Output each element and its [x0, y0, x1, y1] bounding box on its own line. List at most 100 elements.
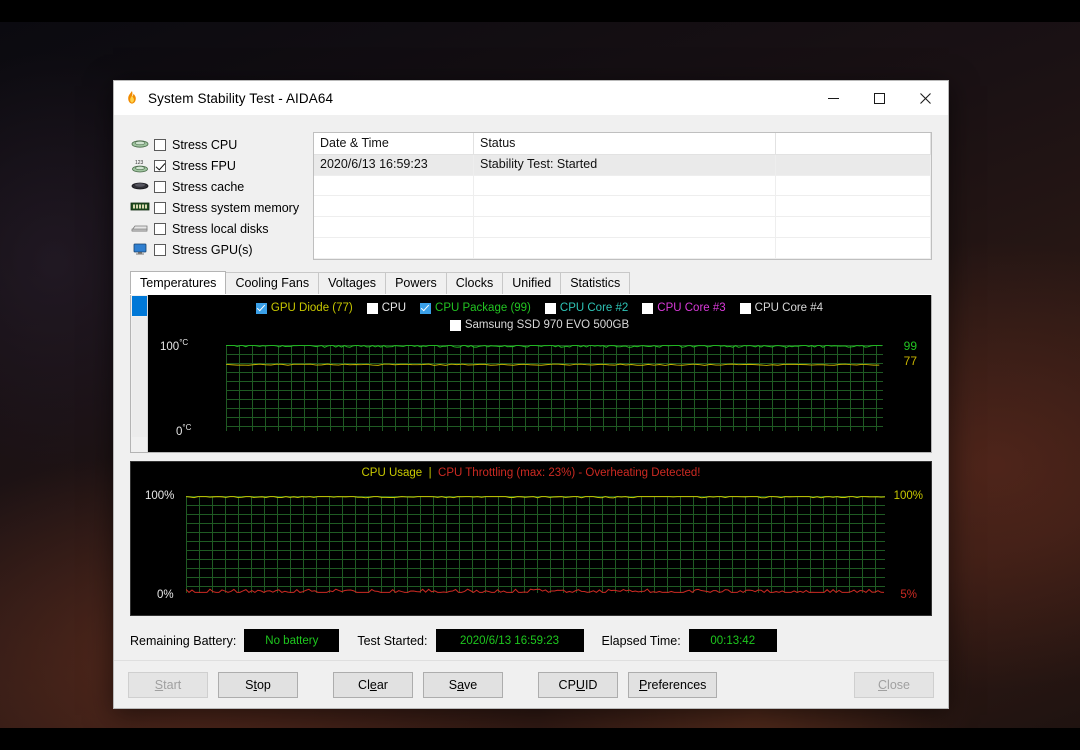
temperature-graph-container: GPU Diode (77) CPU CPU Package (99) CPU …	[130, 295, 932, 453]
temp-current-value-gpu-diode: 77	[903, 354, 917, 368]
stress-memory-checkbox[interactable]	[154, 201, 166, 214]
stress-options-list: Stress CPU 123 Stress FPU Stress cache S…	[130, 132, 305, 260]
cell-empty	[776, 175, 931, 196]
window-controls	[810, 81, 948, 116]
letterbox-bottom	[0, 728, 1080, 750]
minimize-button[interactable]	[810, 81, 856, 116]
stress-option-gpu[interactable]: Stress GPU(s)	[130, 239, 305, 260]
table-row[interactable]: 2020/6/13 16:59:23 Stability Test: Start…	[314, 154, 931, 176]
stop-button[interactable]: Stop	[218, 671, 298, 698]
scrollbar-track[interactable]	[132, 317, 147, 437]
tab-cooling-fans[interactable]: Cooling Fans	[225, 272, 320, 294]
legend-checkbox-cpu[interactable]	[366, 302, 378, 314]
upper-panel: Stress CPU 123 Stress FPU Stress cache S…	[114, 116, 948, 260]
save-button[interactable]: Save	[423, 671, 503, 698]
stress-cache-checkbox[interactable]	[154, 180, 166, 193]
stress-option-fpu[interactable]: 123 Stress FPU	[130, 155, 305, 176]
legend-checkbox-cpu-package[interactable]	[420, 302, 432, 314]
tab-clocks[interactable]: Clocks	[445, 272, 504, 294]
legend-row-2: Samsung SSD 970 EVO 500GB	[443, 319, 636, 331]
cell-empty	[776, 238, 931, 258]
status-log-table[interactable]: Date & Time Status 2020/6/13 16:59:23 St…	[313, 132, 932, 260]
stress-cpu-checkbox[interactable]	[154, 138, 166, 151]
cpuid-button-label: CPUID	[558, 677, 598, 692]
legend-checkbox-gpu-diode[interactable]	[255, 302, 267, 314]
legend-item-gpu-diode[interactable]: GPU Diode (77)	[255, 302, 353, 314]
tab-powers[interactable]: Powers	[385, 272, 447, 294]
usage-series-lines	[186, 496, 885, 593]
table-row-empty[interactable]	[314, 196, 931, 218]
legend-item-cpu[interactable]: CPU	[366, 302, 406, 314]
temp-current-value-cpu-package: 99	[903, 339, 917, 353]
legend-item-cpu-core-2[interactable]: CPU Core #2	[544, 302, 628, 314]
sensor-list-scrollbar[interactable]	[131, 295, 148, 452]
usage-axis-label-bottom: 0%	[157, 589, 174, 601]
legend-item-cpu-package[interactable]: CPU Package (99)	[420, 302, 531, 314]
close-button-bottom[interactable]: Close	[854, 671, 934, 698]
column-header-extra[interactable]	[776, 133, 931, 154]
preferences-button[interactable]: Preferences	[628, 671, 718, 698]
stress-cache-label: Stress cache	[172, 179, 245, 194]
scrollbar-thumb[interactable]	[132, 296, 147, 316]
clear-button[interactable]: Clear	[333, 671, 413, 698]
legend-row-1: GPU Diode (77) CPU CPU Package (99) CPU …	[249, 302, 830, 314]
temp-axis-label-bottom: 0°C	[176, 423, 191, 438]
preferences-button-label: Preferences	[639, 677, 707, 692]
legend-checkbox-samsung-ssd[interactable]	[449, 319, 461, 331]
stress-cpu-label: Stress CPU	[172, 137, 238, 152]
cpu-usage-title-main: CPU Usage	[361, 467, 423, 479]
table-row-empty[interactable]	[314, 217, 931, 239]
cpuid-button[interactable]: CPUID	[538, 671, 618, 698]
legend-checkbox-cpu-core-4[interactable]	[739, 302, 751, 314]
tab-temperatures[interactable]: Temperatures	[130, 271, 227, 294]
legend-checkbox-cpu-core-3[interactable]	[642, 302, 654, 314]
tab-strip: Temperatures Cooling Fans Voltages Power…	[130, 271, 932, 295]
battery-value: No battery	[244, 629, 340, 652]
test-started-value: 2020/6/13 16:59:23	[435, 629, 584, 652]
cell-empty	[314, 217, 474, 238]
cell-empty	[776, 196, 931, 217]
temperature-series-lines	[226, 345, 883, 366]
table-header-row: Date & Time Status	[314, 133, 931, 155]
maximize-button[interactable]	[856, 81, 902, 116]
legend-item-cpu-core-4[interactable]: CPU Core #4	[739, 302, 823, 314]
temperature-graph[interactable]: GPU Diode (77) CPU CPU Package (99) CPU …	[148, 295, 931, 452]
table-row-empty[interactable]	[314, 175, 931, 197]
close-button[interactable]	[902, 81, 948, 116]
flame-icon	[124, 90, 140, 106]
stress-gpu-checkbox[interactable]	[154, 243, 166, 256]
status-footer: Remaining Battery: No battery Test Start…	[114, 619, 948, 660]
tab-unified[interactable]: Unified	[502, 272, 562, 294]
stress-option-disks[interactable]: Stress local disks	[130, 218, 305, 239]
stress-option-memory[interactable]: Stress system memory	[130, 197, 305, 218]
stress-fpu-checkbox[interactable]	[154, 159, 166, 172]
tab-voltages[interactable]: Voltages	[318, 272, 387, 294]
legend-checkbox-cpu-core-2[interactable]	[544, 302, 556, 314]
window-title: System Stability Test - AIDA64	[148, 90, 334, 106]
fpu-chip-icon: 123	[130, 158, 150, 174]
cell-empty	[474, 238, 776, 258]
stress-option-cache[interactable]: Stress cache	[130, 176, 305, 197]
elapsed-time-label: Elapsed Time:	[601, 633, 681, 648]
column-header-datetime[interactable]: Date & Time	[314, 133, 474, 154]
column-header-status[interactable]: Status	[474, 133, 776, 154]
stress-disks-checkbox[interactable]	[154, 222, 166, 235]
stress-option-cpu[interactable]: Stress CPU	[130, 134, 305, 155]
cpu-throttling-alert: CPU Throttling (max: 23%) - Overheating …	[438, 467, 701, 479]
usage-plot-area	[186, 496, 885, 593]
table-row-empty[interactable]	[314, 238, 931, 259]
cell-empty	[314, 175, 474, 196]
stress-memory-label: Stress system memory	[172, 200, 300, 215]
cell-empty	[474, 217, 776, 238]
start-button[interactable]: Start	[128, 671, 208, 698]
temperature-legend: GPU Diode (77) CPU CPU Package (99) CPU …	[148, 302, 931, 331]
tab-statistics[interactable]: Statistics	[560, 272, 631, 294]
stop-button-label: Stop	[245, 677, 271, 692]
legend-item-samsung-ssd[interactable]: Samsung SSD 970 EVO 500GB	[449, 319, 629, 331]
stress-fpu-label: Stress FPU	[172, 158, 236, 173]
legend-item-cpu-core-3[interactable]: CPU Core #3	[642, 302, 726, 314]
battery-label: Remaining Battery:	[130, 633, 237, 648]
button-bar: Start Stop Clear Save CPUID Preferences …	[114, 660, 948, 708]
cpu-usage-graph[interactable]: CPU Usage | CPU Throttling (max: 23%) - …	[130, 461, 932, 616]
temp-axis-top-value: 100	[160, 340, 180, 353]
